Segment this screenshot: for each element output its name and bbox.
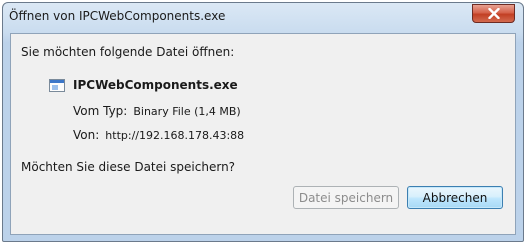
file-type-value: Binary File (1,4 MB) [133, 105, 241, 118]
save-question: Möchten Sie diese Datei speichern? [21, 160, 236, 174]
file-row: IPCWebComponents.exe [49, 76, 238, 94]
dialog-content: Sie möchten folgende Datei öffnen: IPCWe… [10, 33, 516, 235]
file-type-row: Vom Typ: Binary File (1,4 MB) [73, 104, 241, 118]
title-bar[interactable]: Öffnen von IPCWebComponents.exe [3, 3, 523, 33]
save-file-button[interactable]: Datei speichern [293, 186, 399, 209]
file-type-label: Vom Typ: [73, 104, 128, 118]
dialog-window: Öffnen von IPCWebComponents.exe Sie möch… [2, 2, 524, 242]
file-source-value: http://192.168.178.43:88 [105, 129, 245, 142]
cancel-button[interactable]: Abbrechen [407, 186, 503, 209]
window-title: Öffnen von IPCWebComponents.exe [9, 9, 226, 23]
close-icon [487, 8, 500, 19]
executable-file-icon [49, 78, 65, 92]
file-source-label: Von: [73, 128, 100, 142]
file-source-row: Von: http://192.168.178.43:88 [73, 128, 244, 142]
intro-text: Sie möchten folgende Datei öffnen: [21, 45, 235, 59]
file-name: IPCWebComponents.exe [73, 78, 238, 92]
close-button[interactable] [472, 4, 515, 23]
